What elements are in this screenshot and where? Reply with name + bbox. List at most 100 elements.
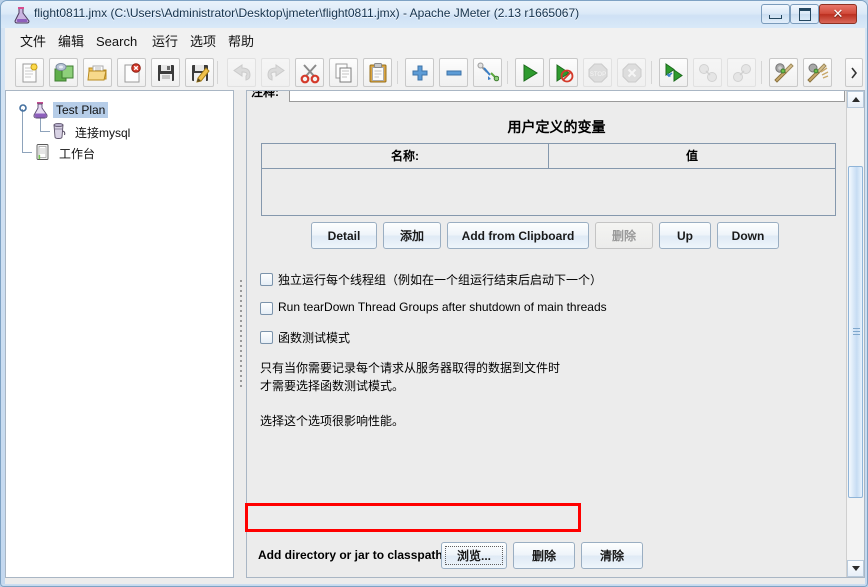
triangle-up-icon — [851, 97, 860, 102]
toggle-pins-icon — [477, 62, 499, 82]
checkbox-box[interactable] — [260, 302, 273, 315]
remote-stop-all-button[interactable] — [693, 58, 722, 87]
toolbar-separator-5 — [761, 61, 762, 84]
minimize-button[interactable] — [761, 4, 790, 24]
remote-start-all-button[interactable] — [659, 58, 688, 87]
expand-all-button[interactable] — [405, 58, 434, 87]
play-green-icon — [523, 64, 538, 82]
jdbc-config-icon — [53, 122, 66, 139]
tree-line-h-child — [40, 131, 50, 132]
info-line-2: 才需要选择函数测试模式。 — [260, 379, 405, 393]
stop-button[interactable]: STOP — [583, 58, 612, 87]
save-as-icon — [191, 65, 210, 83]
scrollbar-thumb-grip — [853, 328, 860, 335]
start-no-pauses-button[interactable] — [549, 58, 578, 87]
variables-table-header: 名称: 值 — [262, 144, 835, 169]
window-title: flight0811.jmx (C:\Users\Administrator\D… — [34, 6, 580, 20]
maximize-button[interactable] — [790, 4, 819, 24]
workbench-icon — [36, 144, 49, 160]
info-line-1: 只有当你需要记录每个请求从服务器取得的数据到文件时 — [260, 361, 561, 375]
comment-row: 注释: — [251, 90, 851, 103]
tree-node-workbench-label: 工作台 — [59, 147, 96, 161]
column-header-name[interactable]: 名称: — [262, 144, 549, 168]
classpath-clear-button[interactable]: 清除 — [581, 542, 643, 569]
checkbox-box[interactable] — [260, 331, 273, 344]
scrollbar-up-button[interactable] — [847, 91, 864, 108]
scrollbar-thumb[interactable] — [848, 166, 863, 498]
focus-ring — [445, 546, 503, 565]
save-as-button[interactable] — [185, 58, 214, 87]
triangle-down-icon — [851, 566, 860, 571]
close-icon: ✕ — [832, 6, 844, 21]
menu-run[interactable]: 运行 — [147, 32, 183, 51]
chevron-right-icon — [851, 67, 858, 79]
user-defined-variables-table[interactable]: 名称: 值 — [261, 143, 836, 216]
open-button[interactable] — [83, 58, 112, 87]
scrollbar-track[interactable] — [847, 108, 864, 560]
toggle-button[interactable] — [473, 58, 502, 87]
detail-button[interactable]: Detail — [311, 222, 377, 249]
content-vertical-scrollbar[interactable] — [846, 91, 864, 577]
open-folder-icon — [86, 65, 107, 81]
tree-line-vertical — [22, 109, 23, 153]
tree-expand-handle[interactable] — [18, 103, 28, 113]
split-pane-divider[interactable] — [236, 90, 246, 578]
checkbox-label: 函数测试模式 — [278, 331, 351, 345]
redo-button[interactable] — [261, 58, 290, 87]
tree-line-h-workbench — [22, 152, 32, 153]
classpath-delete-button[interactable]: 删除 — [513, 542, 575, 569]
jmeter-flask-icon — [14, 7, 30, 24]
clear-button[interactable] — [769, 58, 798, 87]
up-button[interactable]: Up — [659, 222, 711, 249]
delete-button[interactable]: 删除 — [595, 222, 653, 249]
browse-button[interactable]: 浏览... — [441, 542, 507, 569]
stop-sign-icon: STOP — [588, 63, 607, 83]
svg-text:STOP: STOP — [589, 72, 605, 78]
checkbox-box[interactable] — [260, 273, 273, 286]
comment-label: 注释: — [251, 90, 279, 99]
tree-node-connect-mysql-label: 连接mysql — [75, 126, 131, 140]
jmeter-main-window: flight0811.jmx (C:\Users\Administrator\D… — [0, 0, 868, 587]
toolbar-overflow-button[interactable] — [845, 58, 863, 87]
close-button-toolbar[interactable] — [117, 58, 146, 87]
templates-icon — [54, 63, 73, 82]
menu-edit[interactable]: 编辑 — [53, 32, 89, 51]
column-header-value[interactable]: 值 — [549, 144, 835, 168]
comment-input[interactable] — [289, 91, 845, 102]
split-divider-grip — [240, 280, 242, 390]
remote-shutdown-all-button[interactable] — [727, 58, 756, 87]
minimize-icon — [762, 5, 789, 23]
main-split-pane: Test Plan 连接mysql 工作台 注释: 用户定义的变量 名称: 值 … — [5, 90, 865, 584]
start-button[interactable] — [515, 58, 544, 87]
clear-all-button[interactable] — [803, 58, 832, 87]
cut-button[interactable] — [295, 58, 324, 87]
plus-icon — [412, 65, 427, 81]
shutdown-x-icon — [622, 63, 641, 83]
menu-options[interactable]: 选项 — [185, 32, 221, 51]
scissors-icon — [300, 64, 319, 84]
test-plan-config-panel: 注释: 用户定义的变量 名称: 值 Detail 添加 Add from Cli… — [246, 90, 865, 578]
close-document-icon — [124, 63, 141, 83]
panel-title: 用户定义的变量 — [507, 119, 606, 135]
menu-help[interactable]: 帮助 — [223, 32, 259, 51]
save-button[interactable] — [151, 58, 180, 87]
toolbar-separator-2 — [397, 61, 398, 84]
paste-button[interactable] — [363, 58, 392, 87]
new-test-plan-button[interactable] — [15, 58, 44, 87]
menu-file[interactable]: 文件 — [15, 32, 51, 51]
play-no-pause-icon — [556, 64, 573, 83]
templates-button[interactable] — [49, 58, 78, 87]
scrollbar-down-button[interactable] — [847, 560, 864, 577]
undo-button[interactable] — [227, 58, 256, 87]
tree-node-test-plan-label: Test Plan — [53, 102, 109, 118]
shutdown-button[interactable] — [617, 58, 646, 87]
collapse-all-button[interactable] — [439, 58, 468, 87]
add-button[interactable]: 添加 — [383, 222, 441, 249]
add-from-clipboard-button[interactable]: Add from Clipboard — [447, 222, 589, 249]
test-plan-tree[interactable]: Test Plan 连接mysql 工作台 — [5, 90, 234, 578]
menu-search[interactable]: Search — [91, 32, 142, 51]
close-button[interactable]: ✕ — [819, 4, 857, 24]
down-button[interactable]: Down — [717, 222, 779, 249]
copy-button[interactable] — [329, 58, 358, 87]
copy-pages-icon — [335, 63, 351, 83]
